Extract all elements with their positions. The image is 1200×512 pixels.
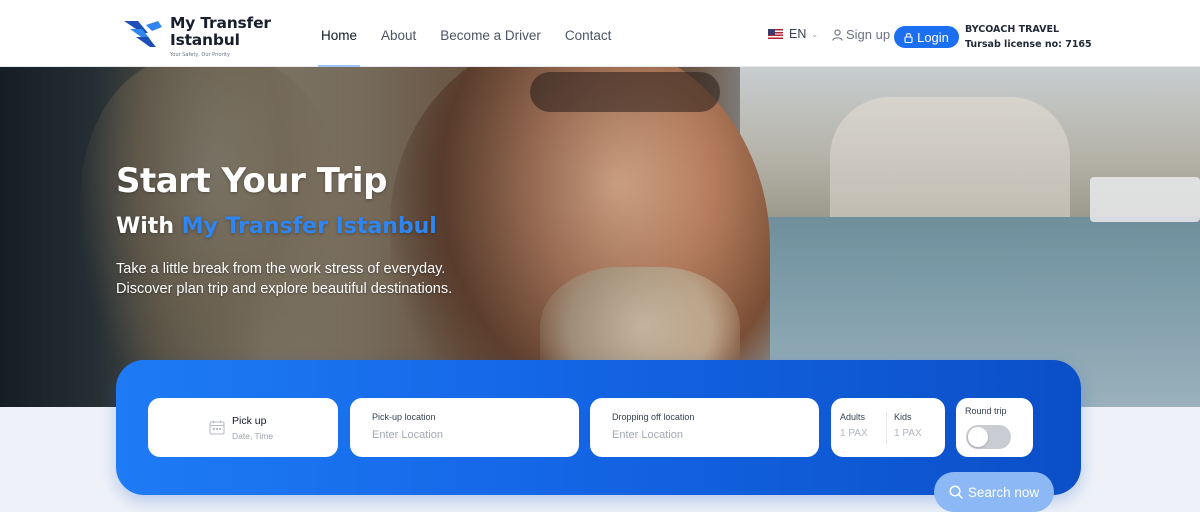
brand-name: My Transfer Istanbul — [170, 15, 271, 49]
language-code: EN — [789, 27, 807, 41]
chevron-down-icon: ⌄ — [811, 29, 819, 39]
pickup-datetime-field[interactable]: Pick up Date, Time — [148, 398, 338, 457]
language-selector[interactable]: EN ⌄ — [768, 27, 818, 41]
pickup-location-input[interactable] — [372, 427, 562, 443]
company-name: BYCOACH TRAVEL — [965, 24, 1060, 35]
us-flag-icon — [768, 29, 783, 39]
nav-about[interactable]: About — [378, 0, 419, 67]
brand-name-line1: My Transfer — [170, 14, 271, 32]
round-trip-toggle[interactable] — [966, 425, 1011, 449]
login-label: Login — [917, 29, 949, 45]
pickup-sublabel: Date, Time — [232, 431, 274, 441]
brand-name-line2: Istanbul — [170, 31, 240, 49]
round-trip-label: Round trip — [965, 406, 1007, 416]
dropoff-location-label: Dropping off location — [612, 412, 695, 422]
dropoff-location-input[interactable] — [612, 427, 802, 443]
hero-description-line2: Discover plan trip and explore beautiful… — [116, 281, 453, 297]
brand-tagline: Your Safety, Our Priority — [170, 52, 230, 58]
lock-icon — [904, 32, 913, 43]
hero-title: Start Your Trip — [116, 161, 387, 201]
main-nav: Home About Become a Driver Contact — [318, 0, 632, 68]
passenger-field: Adults 1 PAX Kids 1 PAX — [831, 398, 945, 457]
hero-subtitle-brand: My Transfer Istanbul — [181, 214, 437, 239]
calendar-icon — [209, 420, 225, 435]
hero-description-line1: Take a little break from the work stress… — [116, 261, 446, 277]
logo-wings-icon — [124, 21, 162, 47]
dropoff-location-field: Dropping off location — [590, 398, 819, 457]
license-number: Tursab license no: 7165 — [965, 39, 1092, 50]
adults-label: Adults — [840, 412, 866, 422]
nav-become-driver[interactable]: Become a Driver — [437, 0, 544, 67]
pickup-location-label: Pick-up location — [372, 412, 436, 422]
search-now-label: Search now — [967, 484, 1040, 500]
nav-contact[interactable]: Contact — [562, 0, 615, 67]
pickup-label: Pick up — [232, 415, 267, 427]
pax-divider — [886, 412, 887, 444]
kids-label: Kids — [894, 412, 912, 422]
kids-value: 1 PAX — [894, 428, 922, 439]
nav-home[interactable]: Home — [318, 0, 361, 68]
hero-subtitle-prefix: With — [116, 214, 182, 239]
adults-selector[interactable]: Adults 1 PAX — [840, 412, 868, 439]
kids-selector[interactable]: Kids 1 PAX — [894, 412, 922, 439]
company-info: BYCOACH TRAVEL Tursab license no: 7165 — [965, 22, 1092, 52]
user-icon — [832, 28, 843, 41]
hero-subtitle: With My Transfer Istanbul — [116, 214, 437, 239]
search-icon — [949, 485, 963, 499]
hero-description: Take a little break from the work stress… — [116, 259, 536, 299]
round-trip-field: Round trip — [956, 398, 1033, 457]
signup-label: Sign up — [846, 27, 891, 42]
toggle-knob — [968, 427, 988, 447]
search-now-button[interactable]: Search now — [934, 472, 1054, 512]
signup-link[interactable]: Sign up — [832, 27, 890, 42]
site-logo[interactable]: My Transfer Istanbul Your Safety, Our Pr… — [122, 15, 272, 61]
login-button[interactable]: Login — [894, 26, 959, 48]
adults-value: 1 PAX — [840, 428, 868, 439]
site-header: My Transfer Istanbul Your Safety, Our Pr… — [0, 0, 1200, 68]
booking-search-panel: Pick up Date, Time Pick-up location Drop… — [116, 360, 1081, 495]
pickup-location-field: Pick-up location — [350, 398, 579, 457]
hero-banner: Start Your Trip With My Transfer Istanbu… — [0, 67, 1200, 407]
